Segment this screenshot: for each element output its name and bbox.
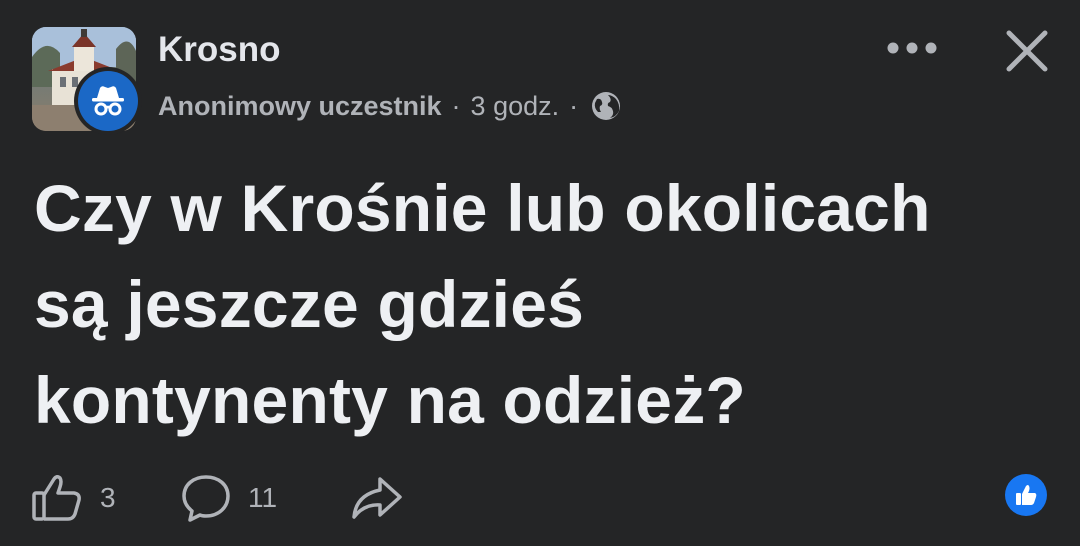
thumbs-up-icon: [32, 474, 81, 521]
post-text-line: kontynenty na odzież?: [34, 363, 746, 437]
more-options-button[interactable]: [880, 28, 944, 68]
group-name[interactable]: Krosno: [158, 28, 281, 72]
comment-count: 11: [248, 482, 278, 513]
post-time[interactable]: 3 godz.: [471, 91, 560, 122]
meta-separator: ·: [451, 90, 461, 121]
anonymous-incognito-icon: [78, 71, 138, 131]
post-text-line: są jeszcze gdzieś: [34, 267, 585, 341]
comment-button[interactable]: 11: [180, 473, 350, 523]
more-dots-icon: [887, 42, 937, 54]
anonymous-badge: [74, 67, 142, 135]
post-actions: 3 11: [30, 470, 410, 526]
globe-icon: [590, 90, 622, 122]
post-card: Krosno Anonimowy uczestnik · 3 godz. · C…: [0, 0, 1080, 546]
meta-separator: ·: [569, 90, 579, 121]
like-button[interactable]: 3: [30, 473, 180, 523]
like-count: 3: [100, 482, 116, 513]
post-text-line: Czy w Krośnie lub okolicach: [34, 171, 931, 245]
group-avatar[interactable]: [32, 27, 142, 135]
close-icon: [1006, 30, 1048, 72]
post-meta: Anonimowy uczestnik · 3 godz. ·: [158, 86, 622, 126]
share-button[interactable]: [350, 473, 410, 523]
like-reaction-icon[interactable]: [1005, 474, 1047, 516]
close-button[interactable]: [998, 22, 1056, 80]
author-name[interactable]: Anonimowy uczestnik: [158, 91, 442, 122]
share-arrow-icon: [352, 477, 402, 519]
post-body: Czy w Krośnie lub okolicach są jeszcze g…: [34, 160, 1054, 448]
comment-bubble-icon: [182, 475, 230, 522]
